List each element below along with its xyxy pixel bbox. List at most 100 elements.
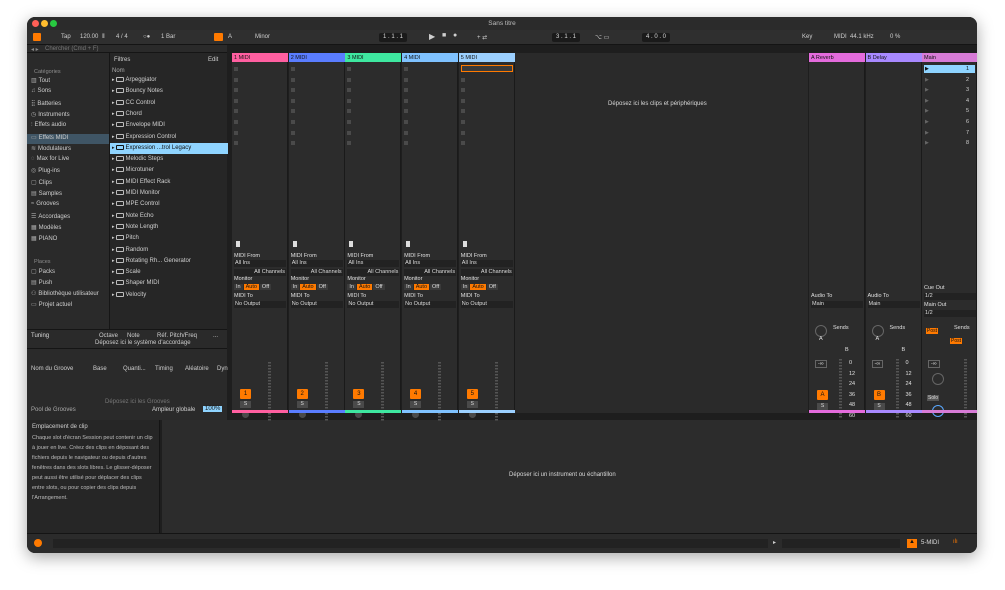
browser-item[interactable]: ▸ Note Echo bbox=[110, 211, 228, 222]
midi-channel-menu[interactable]: All Channels bbox=[290, 269, 343, 276]
solo-button[interactable]: S bbox=[466, 401, 478, 408]
midi-from-menu[interactable]: All Ins bbox=[404, 260, 457, 267]
sidebar-place[interactable]: ▭ Projet actuel bbox=[31, 301, 72, 308]
filters-button[interactable]: Filtres bbox=[114, 57, 130, 63]
browser-item[interactable]: ▸ Arpeggiator bbox=[110, 75, 228, 86]
tap-button[interactable]: Tap bbox=[61, 34, 71, 40]
clip-slot-stop-button[interactable] bbox=[234, 77, 238, 82]
sidebar-category[interactable]: ♫ Sons bbox=[31, 88, 51, 94]
monitor-switch[interactable]: In Auto Off bbox=[234, 284, 272, 290]
solo-button[interactable]: S bbox=[410, 401, 422, 408]
clip-slot-stop-button[interactable] bbox=[460, 109, 465, 114]
clip-slot-stop-button[interactable] bbox=[404, 98, 409, 103]
solo-button[interactable]: S bbox=[873, 403, 885, 410]
stop-icon[interactable]: ■ bbox=[442, 32, 446, 39]
track-header[interactable]: 1 MIDI bbox=[232, 53, 288, 62]
detail-view[interactable]: Déposer ici un instrument ou échantillon bbox=[162, 420, 977, 533]
midi-to-menu[interactable]: No Output bbox=[347, 301, 400, 308]
groove-amount[interactable]: 100% bbox=[203, 406, 223, 412]
track-header[interactable]: 4 MIDI bbox=[402, 53, 459, 62]
midi-from-menu[interactable]: All Ins bbox=[290, 260, 343, 267]
track-activator-button[interactable]: 3 bbox=[353, 389, 365, 399]
post-button[interactable]: Post bbox=[926, 328, 939, 334]
browser-item[interactable]: ▸ Pitch bbox=[110, 233, 228, 244]
monitor-auto-button[interactable]: Auto bbox=[300, 284, 316, 290]
clip-slot-stop-button[interactable] bbox=[404, 67, 409, 71]
browser-item[interactable]: ▸ Note Length bbox=[110, 222, 228, 233]
return-activator-button[interactable]: A bbox=[817, 390, 828, 400]
clip-slot-stop-button[interactable] bbox=[404, 77, 409, 82]
clip-slot-stop-button[interactable] bbox=[460, 130, 465, 135]
track-icon[interactable]: ▲ bbox=[907, 539, 917, 548]
solo-button[interactable]: S bbox=[296, 401, 308, 408]
sidebar-category[interactable]: ≈ Grooves bbox=[31, 201, 59, 207]
sidebar-category[interactable]: ▢ Clips bbox=[31, 179, 52, 186]
browser-item[interactable]: ▸ Microtuner bbox=[110, 165, 228, 176]
scene-launch-button[interactable]: ▶ 1 bbox=[924, 65, 975, 73]
sidebar-category[interactable]: ⫶ Effets audio bbox=[31, 122, 66, 129]
level-icon[interactable]: ılı bbox=[953, 539, 958, 545]
clip-slot-stop-button[interactable] bbox=[234, 98, 238, 103]
track-stop-button[interactable] bbox=[236, 241, 240, 247]
track-activator-button[interactable]: 4 bbox=[410, 389, 422, 399]
browser-item[interactable]: ▸ Bouncy Notes bbox=[110, 86, 228, 97]
sidebar-place[interactable]: ⚇ Bibliothèque utilisateur bbox=[31, 290, 99, 297]
arrow-icon[interactable]: ▸ bbox=[773, 539, 776, 546]
clip-slot-stop-button[interactable] bbox=[460, 120, 465, 124]
monitor-auto-button[interactable]: Auto bbox=[243, 284, 259, 290]
solo-button[interactable]: S bbox=[353, 401, 365, 408]
position-display[interactable]: 1 . 1 . 1 bbox=[379, 33, 408, 42]
midi-from-menu[interactable]: All Ins bbox=[347, 260, 400, 267]
midi-to-menu[interactable]: No Output bbox=[404, 301, 457, 308]
return-track-header[interactable]: A Reverb bbox=[809, 53, 865, 62]
metronome-icon[interactable]: ⦀ bbox=[102, 34, 105, 41]
clip-slot-stop-button[interactable] bbox=[290, 109, 295, 114]
monitor-off-button[interactable]: Off bbox=[430, 284, 442, 290]
monitor-in-button[interactable]: In bbox=[347, 284, 356, 290]
session-drop-area[interactable]: Déposez ici les clips et périphériques bbox=[515, 53, 808, 413]
clip-slot-stop-button[interactable] bbox=[234, 88, 238, 93]
overdub-icon[interactable]: + ⇄ bbox=[477, 34, 487, 41]
tuning-drop[interactable]: Déposez ici le système d'accordage bbox=[95, 340, 191, 346]
monitor-off-button[interactable]: Off bbox=[486, 284, 498, 290]
monitor-switch[interactable]: In Auto Off bbox=[404, 284, 442, 290]
clip-slot-stop-button[interactable] bbox=[290, 120, 295, 124]
track-stop-button[interactable] bbox=[349, 241, 354, 247]
session-drop-zone[interactable]: Déposez ici les clips et périphériques bbox=[608, 101, 707, 107]
browser-item[interactable]: ▸ CC Control bbox=[110, 98, 228, 109]
browser-item[interactable]: ▸ MPE Control bbox=[110, 199, 228, 210]
loop-length-display[interactable]: 4 . 0 . 0 bbox=[642, 33, 671, 42]
midi-channel-menu[interactable]: All Channels bbox=[460, 269, 513, 276]
return-track-header[interactable]: B Delay bbox=[865, 53, 922, 62]
clip-slot-stop-button[interactable] bbox=[460, 141, 465, 146]
track-activator-button[interactable]: 2 bbox=[296, 389, 308, 399]
search-input[interactable]: Chercher (Cmd + F) bbox=[45, 46, 99, 52]
audio-to-menu[interactable]: Main bbox=[867, 301, 920, 308]
midi-channel-menu[interactable]: All Channels bbox=[404, 269, 457, 276]
clip-slot-stop-button[interactable] bbox=[347, 120, 352, 124]
clip-slot-stop-button[interactable] bbox=[404, 109, 409, 114]
clip-slot-stop-button[interactable] bbox=[404, 120, 409, 124]
scale-menu[interactable]: Minor bbox=[255, 34, 270, 40]
browser-item[interactable]: ▸ Shaper MIDI bbox=[110, 278, 228, 289]
midi-channel-menu[interactable]: All Channels bbox=[347, 269, 400, 276]
play-icon[interactable]: ▶ bbox=[429, 32, 435, 41]
browser-item[interactable]: ▸ Scale bbox=[110, 267, 228, 278]
clip-slot-stop-button[interactable] bbox=[290, 88, 295, 93]
midi-from-menu[interactable]: All Ins bbox=[234, 260, 286, 267]
clip-slot-stop-button[interactable] bbox=[460, 65, 513, 72]
browser-item[interactable]: ▸ Expression Control bbox=[110, 132, 228, 143]
clip-slot-stop-button[interactable] bbox=[404, 88, 409, 93]
midi-map-button[interactable]: MIDI bbox=[834, 34, 847, 40]
monitor-auto-button[interactable]: Auto bbox=[413, 284, 430, 290]
browser-search[interactable]: ◂ ▸ Chercher (Cmd + F) bbox=[27, 45, 227, 53]
track-header[interactable]: 5 MIDI bbox=[458, 53, 515, 62]
track-stop-button[interactable] bbox=[462, 241, 467, 247]
monitor-in-button[interactable]: In bbox=[290, 284, 300, 290]
monitor-in-button[interactable]: In bbox=[404, 284, 413, 290]
scene-launch-button[interactable]: ▶ 2 bbox=[924, 76, 975, 84]
clip-slot-stop-button[interactable] bbox=[347, 67, 352, 71]
midi-from-menu[interactable]: All Ins bbox=[460, 260, 513, 267]
post-button-2[interactable]: Post bbox=[950, 338, 963, 344]
monitor-in-button[interactable]: In bbox=[234, 284, 243, 290]
